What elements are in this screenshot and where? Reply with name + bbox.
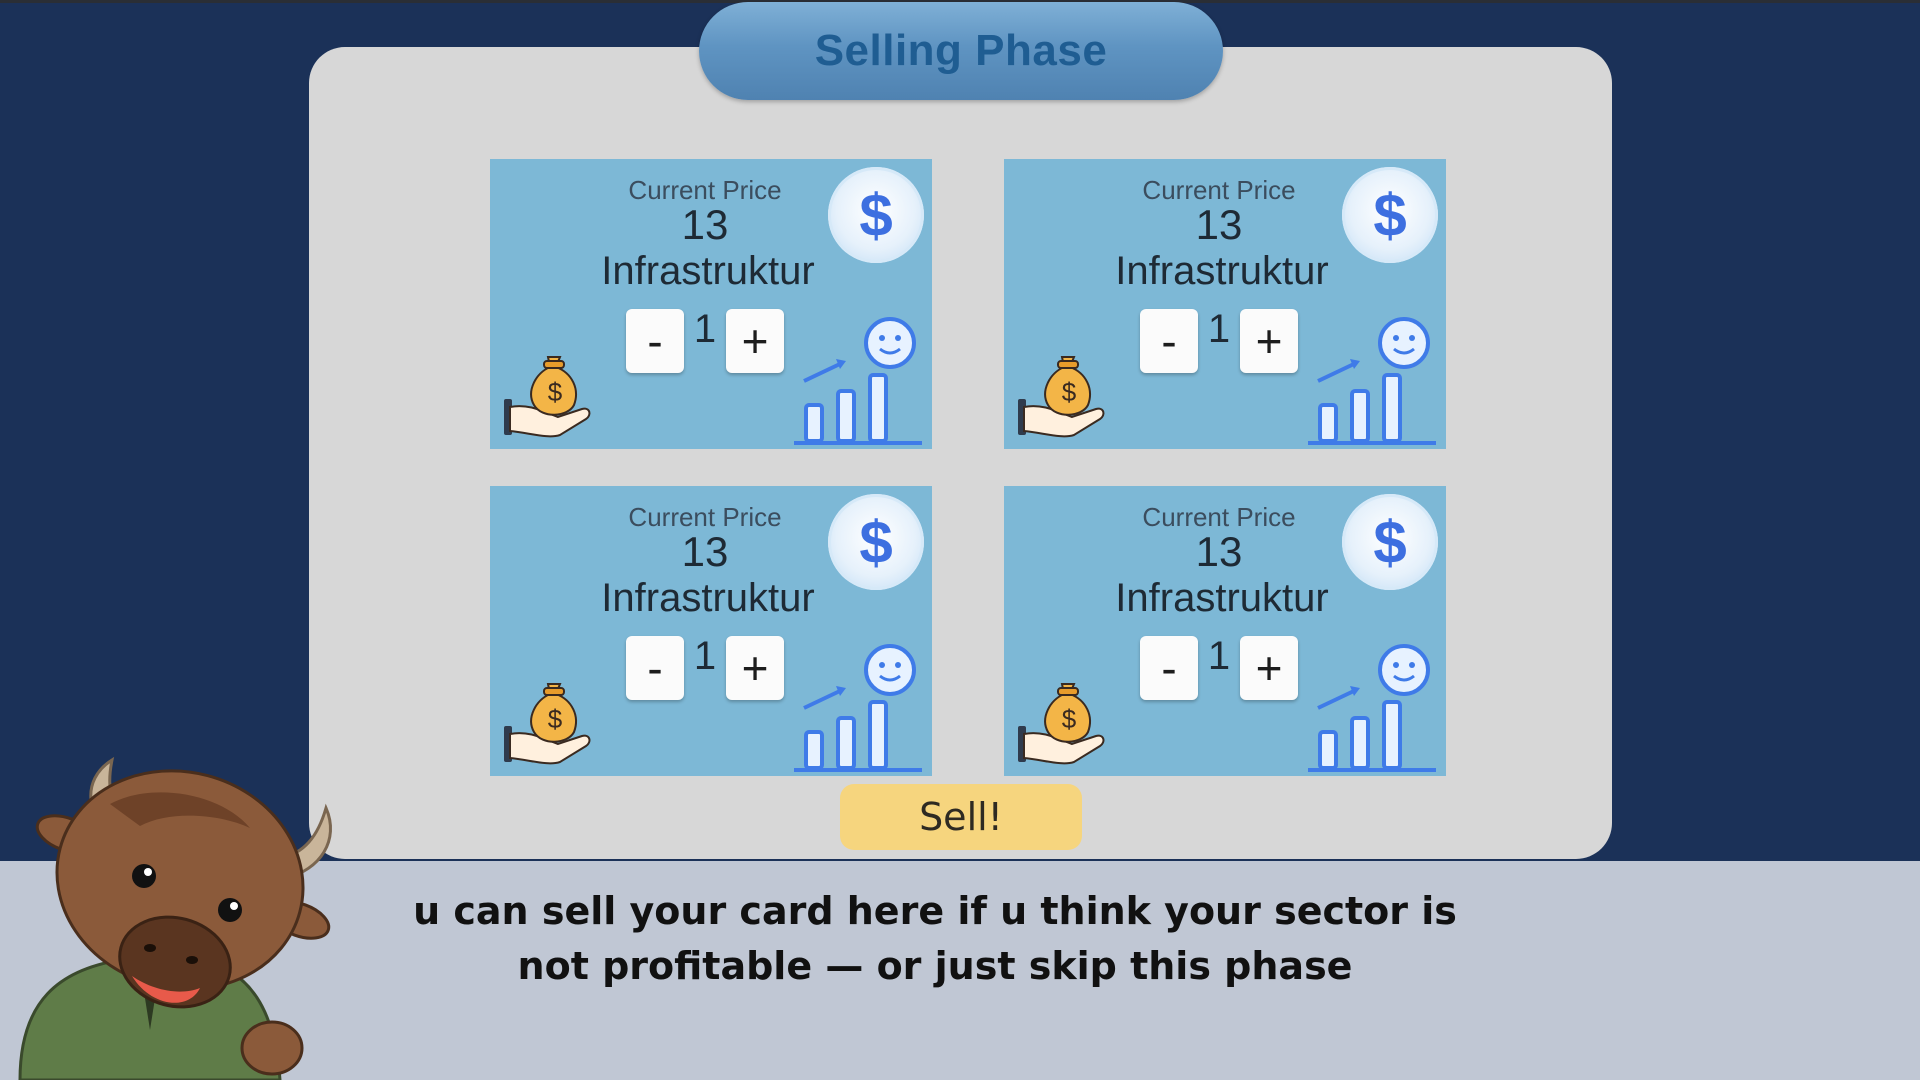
dollar-coin-icon: $ (1342, 167, 1438, 263)
money-bag-hand-icon: $ (1018, 356, 1105, 438)
quantity-value: 1 (1207, 634, 1231, 678)
bull-mascot (18, 756, 332, 1080)
decrease-button[interactable]: - (626, 636, 684, 700)
quantity-stepper: - 1 + (1140, 307, 1320, 375)
increase-button[interactable]: + (726, 636, 784, 700)
decrease-button[interactable]: - (626, 309, 684, 373)
narration-line-2: not profitable — or just skip this phase (517, 944, 1353, 988)
svg-text:$: $ (1062, 377, 1077, 407)
phase-title: Selling Phase (814, 26, 1108, 75)
dollar-coin-icon: $ (828, 494, 924, 590)
quantity-value: 1 (693, 634, 717, 678)
growth-chart-icon (794, 644, 922, 772)
money-bag-hand-icon: $ (1018, 683, 1105, 765)
stock-card: Current Price 13 Infrastruktur $ - 1 + $ (490, 159, 932, 449)
growth-chart-icon (794, 317, 922, 445)
svg-text:$: $ (1062, 704, 1077, 734)
increase-button[interactable]: + (1240, 636, 1298, 700)
stock-card: Current Price 13 Infrastruktur $ - 1 + $ (1004, 486, 1446, 776)
svg-text:$: $ (548, 377, 563, 407)
decrease-button[interactable]: - (1140, 636, 1198, 700)
money-bag-hand-icon: $ (504, 683, 591, 765)
growth-chart-icon (1308, 644, 1436, 772)
growth-chart-icon (1308, 317, 1436, 445)
dollar-coin-icon: $ (828, 167, 924, 263)
quantity-stepper: - 1 + (626, 634, 806, 702)
dollar-coin-icon: $ (1342, 494, 1438, 590)
quantity-value: 1 (1207, 307, 1231, 351)
stock-card: Current Price 13 Infrastruktur $ - 1 + $ (490, 486, 932, 776)
svg-text:$: $ (548, 704, 563, 734)
phase-title-tab: Selling Phase (699, 2, 1223, 100)
quantity-value: 1 (693, 307, 717, 351)
sell-button[interactable]: Sell! (840, 784, 1082, 850)
decrease-button[interactable]: - (1140, 309, 1198, 373)
stock-card: Current Price 13 Infrastruktur $ - 1 + $ (1004, 159, 1446, 449)
increase-button[interactable]: + (1240, 309, 1298, 373)
money-bag-hand-icon: $ (504, 356, 591, 438)
narration-line-1: u can sell your card here if u think you… (413, 889, 1457, 933)
increase-button[interactable]: + (726, 309, 784, 373)
narration-text: u can sell your card here if u think you… (380, 884, 1490, 994)
quantity-stepper: - 1 + (1140, 634, 1320, 702)
quantity-stepper: - 1 + (626, 307, 806, 375)
